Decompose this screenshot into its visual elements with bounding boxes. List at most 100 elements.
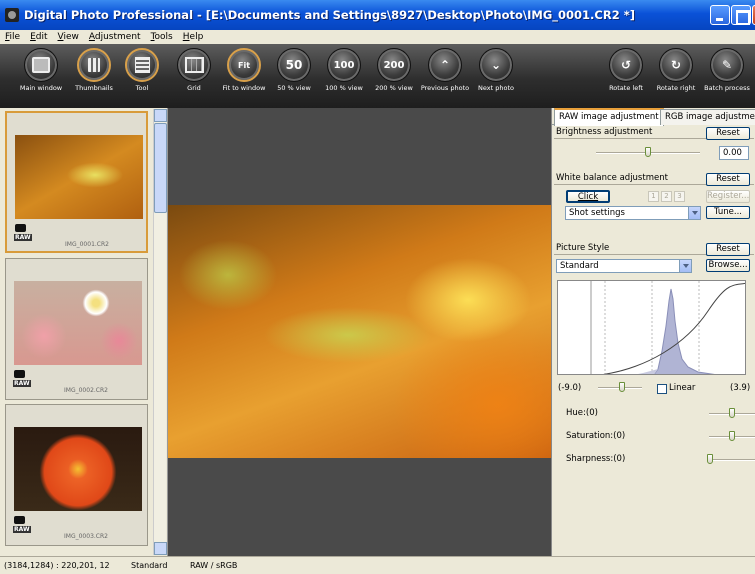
status-picture-style: Standard: [131, 561, 168, 570]
hue-slider-knob[interactable]: [729, 408, 735, 418]
histogram-graph: [590, 281, 745, 374]
click-white-balance-button[interactable]: Click: [566, 190, 610, 203]
window-title: Digital Photo Professional - [E:\Documen…: [24, 8, 635, 22]
view-200-button[interactable]: 200 200 % view: [366, 48, 422, 92]
view-100-label: 100 % view: [325, 84, 363, 92]
camera-icon: [5, 8, 19, 22]
tone-curve-histogram[interactable]: [557, 280, 746, 375]
chevron-down-icon: [688, 207, 700, 219]
camera-icon: [15, 224, 26, 232]
scroll-down-icon[interactable]: [154, 542, 167, 555]
toolbar: Main window Thumbnails Tool Grid Fit Fit…: [0, 44, 755, 108]
white-balance-reset-button[interactable]: Reset: [706, 173, 750, 186]
rotate-right-button[interactable]: ↻ Rotate right: [648, 48, 704, 92]
view-50-button[interactable]: 50 50 % view: [266, 48, 322, 92]
brightness-value-field[interactable]: 0.00: [719, 146, 749, 160]
thumbnail-item[interactable]: RAW IMG_0001.CR2: [5, 111, 148, 253]
brightness-reset-button[interactable]: Reset: [706, 127, 750, 140]
tool-icon: [127, 50, 157, 80]
next-photo-button[interactable]: ⌄ Next photo: [468, 48, 524, 92]
title-bar: Digital Photo Professional - [E:\Documen…: [0, 0, 755, 30]
tab-rgb-image-adjustment[interactable]: RGB image adjustment: [660, 109, 755, 125]
thumbnail-filename: IMG_0003.CR2: [64, 533, 108, 540]
tool-button[interactable]: Tool: [114, 48, 170, 92]
thumbnail-item[interactable]: RAW IMG_0002.CR2: [5, 258, 148, 400]
hue-label: Hue:(0): [566, 408, 598, 418]
white-balance-title: White balance adjustment: [556, 173, 668, 183]
batch-process-button[interactable]: ✎ Batch process: [699, 48, 755, 92]
status-coordinates: (3184,1284) : 220,201, 12: [4, 561, 110, 570]
raw-badge: RAW: [13, 380, 31, 387]
thumbnail-item[interactable]: RAW IMG_0003.CR2: [5, 404, 148, 546]
menu-file[interactable]: File: [0, 30, 25, 44]
minimize-button[interactable]: [710, 5, 730, 25]
view-50-icon: 50: [285, 58, 303, 72]
chevron-down-icon: [679, 260, 691, 272]
menu-tools[interactable]: Tools: [146, 30, 178, 44]
view-100-icon: 100: [333, 59, 355, 71]
thumbnail-panel: RAW IMG_0001.CR2 RAW IMG_0002.CR2 RAW IM…: [0, 108, 168, 556]
saturation-label: Saturation:(0): [566, 431, 626, 441]
picture-style-select[interactable]: Standard: [556, 259, 692, 273]
image-viewer: [168, 108, 551, 556]
tab-raw-image-adjustment[interactable]: RAW image adjustment: [554, 108, 664, 126]
tool-tabs: RAW image adjustment RGB image adjustmen…: [552, 108, 755, 126]
rotate-right-icon: ↻: [670, 58, 682, 72]
register-button[interactable]: Register...: [706, 190, 750, 203]
wb-preset-1-button[interactable]: 1: [648, 191, 659, 202]
tune-button[interactable]: Tune...: [706, 206, 750, 219]
previous-photo-button[interactable]: ⌃ Previous photo: [417, 48, 473, 92]
menu-adjustment[interactable]: Adjustment: [84, 30, 146, 44]
main-window-icon: [25, 49, 57, 81]
sharpness-slider[interactable]: [709, 459, 755, 461]
batch-process-icon: ✎: [721, 58, 733, 72]
grid-icon: [178, 49, 210, 81]
tool-label: Tool: [135, 84, 149, 92]
app-window: Digital Photo Professional - [E:\Documen…: [0, 0, 755, 574]
fit-to-window-icon: Fit: [237, 60, 251, 70]
rotate-left-icon: ↺: [620, 58, 632, 72]
grid-label: Grid: [187, 84, 201, 92]
rotate-right-label: Rotate right: [656, 84, 696, 92]
wb-preset-3-button[interactable]: 3: [674, 191, 685, 202]
raw-badge: RAW: [13, 526, 31, 533]
thumbnail-filename: IMG_0002.CR2: [64, 387, 108, 394]
menu-edit[interactable]: Edit: [25, 30, 52, 44]
sharpness-slider-knob[interactable]: [707, 454, 713, 464]
picture-style-value: Standard: [560, 261, 599, 271]
tool-palette: RAW image adjustment RGB image adjustmen…: [551, 108, 755, 556]
wb-preset-2-button[interactable]: 2: [661, 191, 672, 202]
thumbnail-filename: IMG_0001.CR2: [65, 241, 109, 248]
main-window-button[interactable]: Main window: [13, 48, 69, 92]
view-100-button[interactable]: 100 100 % view: [316, 48, 372, 92]
sharpness-label: Sharpness:(0): [566, 454, 626, 464]
scroll-up-icon[interactable]: [154, 109, 167, 122]
picture-style-reset-button[interactable]: Reset: [706, 243, 750, 256]
menu-help[interactable]: Help: [178, 30, 209, 44]
white-balance-select[interactable]: Shot settings: [565, 206, 701, 220]
camera-icon: [14, 370, 25, 378]
linear-label: Linear: [669, 383, 696, 393]
curve-slider-knob[interactable]: [619, 382, 625, 392]
thumbnail-image: [15, 135, 143, 219]
view-50-label: 50 % view: [277, 84, 311, 92]
chevron-down-icon: ⌄: [490, 58, 502, 72]
thumbnail-scrollbar[interactable]: [153, 109, 167, 555]
thumbnail-image: [14, 281, 142, 365]
rotate-left-button[interactable]: ↺ Rotate left: [598, 48, 654, 92]
scroll-thumb[interactable]: [154, 123, 167, 213]
brightness-slider-knob[interactable]: [645, 147, 651, 157]
previous-photo-label: Previous photo: [420, 84, 470, 92]
grid-button[interactable]: Grid: [166, 48, 222, 92]
thumbnail-image: [14, 427, 142, 511]
linear-checkbox[interactable]: [657, 384, 667, 394]
view-200-icon: 200: [383, 59, 405, 71]
fit-to-window-button[interactable]: Fit Fit to window: [216, 48, 272, 92]
saturation-slider-knob[interactable]: [729, 431, 735, 441]
thumbnails-icon: [79, 50, 109, 80]
menu-view[interactable]: View: [53, 30, 84, 44]
next-photo-label: Next photo: [478, 84, 514, 92]
batch-process-label: Batch process: [704, 84, 750, 92]
browse-button[interactable]: Browse...: [706, 259, 750, 272]
maximize-button[interactable]: [731, 5, 751, 25]
